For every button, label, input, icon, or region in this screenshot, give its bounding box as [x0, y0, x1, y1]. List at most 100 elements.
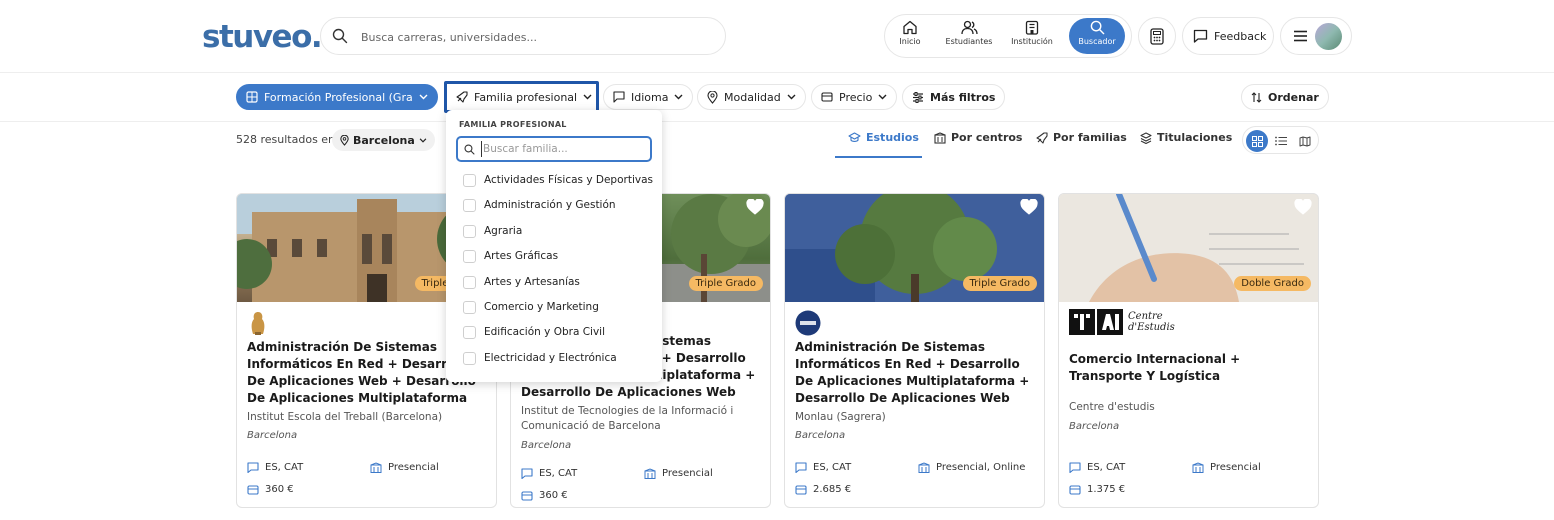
search-icon	[332, 28, 348, 44]
filter-precio-label: Precio	[839, 90, 873, 104]
checkbox[interactable]	[463, 224, 476, 238]
card-modality: Presencial	[370, 462, 439, 473]
building-icon	[934, 131, 946, 144]
card-price: 360 €	[247, 484, 294, 495]
checkbox[interactable]	[463, 275, 476, 289]
familia-option[interactable]: Agraria	[463, 223, 522, 239]
chevron-down-icon	[419, 137, 427, 143]
familia-option[interactable]: Artes Gráficas	[463, 248, 558, 264]
stuveo-logo[interactable]: stuveo.	[202, 20, 323, 54]
card-school: Monlau (Sagrera)	[795, 411, 886, 423]
filter-formacion[interactable]: Formación Profesional (Gra...	[236, 84, 438, 110]
building-icon	[1192, 462, 1204, 473]
dropdown-heading: FAMILIA PROFESIONAL	[459, 120, 567, 129]
favorite-button[interactable]	[1020, 198, 1038, 219]
sort-icon	[1251, 91, 1262, 103]
global-search[interactable]	[320, 17, 726, 55]
card-price: 1.375 €	[1069, 484, 1125, 495]
chevron-down-icon	[787, 94, 796, 100]
card-modality-text: Presencial, Online	[936, 462, 1026, 473]
sort-button[interactable]: Ordenar	[1241, 84, 1329, 110]
tab-label: Por centros	[951, 131, 1023, 144]
wallet-icon	[521, 490, 533, 501]
filter-formacion-label: Formación Profesional (Gra...	[264, 90, 413, 104]
checkbox[interactable]	[463, 325, 476, 339]
sort-label: Ordenar	[1268, 90, 1319, 104]
familia-search[interactable]	[456, 136, 652, 162]
filter-idioma[interactable]: Idioma	[603, 84, 694, 110]
filter-modalidad[interactable]: Modalidad	[697, 84, 806, 110]
card-languages-text: ES, CAT	[265, 462, 304, 473]
building-icon	[1025, 20, 1039, 35]
card-city: Barcelona	[795, 430, 846, 441]
tab-titulaciones[interactable]: Titulaciones	[1140, 131, 1232, 144]
filter-precio[interactable]: Precio	[811, 84, 898, 110]
familia-option[interactable]: Actividades Físicas y Deportivas	[463, 172, 653, 188]
avatar[interactable]	[1315, 23, 1342, 50]
checkbox[interactable]	[463, 198, 476, 212]
card-languages-text: ES, CAT	[813, 462, 852, 473]
users-icon	[960, 20, 978, 35]
tab-por-centros[interactable]: Por centros	[934, 131, 1022, 144]
nav-inicio[interactable]: Inicio	[893, 20, 927, 54]
heart-icon	[746, 198, 764, 215]
favorite-button[interactable]	[1294, 198, 1312, 219]
building-icon	[370, 462, 382, 473]
card-title[interactable]: Administración De Sistemas Informáticos …	[795, 339, 1035, 407]
map-icon	[1299, 136, 1311, 146]
checkbox[interactable]	[463, 249, 476, 263]
global-search-input[interactable]	[361, 27, 711, 47]
feedback-button[interactable]: Feedback	[1182, 17, 1274, 55]
card-price-text: 1.375 €	[1087, 484, 1126, 495]
message-icon	[247, 462, 259, 473]
location-pin-icon	[340, 134, 349, 146]
nav-label: Estudiantes	[945, 37, 993, 46]
tab-label: Titulaciones	[1157, 131, 1233, 144]
grid-view-button[interactable]	[1246, 130, 1268, 152]
familia-option[interactable]: Electricidad y Electrónica	[463, 350, 617, 366]
user-menu-button[interactable]	[1280, 17, 1352, 55]
calculator-button[interactable]	[1138, 17, 1176, 55]
more-filters-button[interactable]: Más filtros	[902, 84, 1006, 110]
familia-search-input[interactable]	[481, 141, 646, 157]
card-price-text: 360 €	[539, 490, 568, 501]
list-view-button[interactable]	[1270, 130, 1292, 152]
card-city: Barcelona	[521, 440, 572, 451]
study-card[interactable]: Doble Grado Centre d'Estudis Comercio In…	[1058, 193, 1319, 508]
card-title[interactable]: Comercio Internacional + Transporte Y Lo…	[1069, 351, 1309, 385]
card-modality: Presencial	[1192, 462, 1261, 473]
study-card[interactable]: Triple Grado Administración De Sistemas …	[784, 193, 1045, 508]
search-icon	[464, 144, 475, 155]
card-price-text: 360 €	[265, 484, 294, 495]
tab-estudios[interactable]: Estudios	[848, 131, 919, 144]
grid-icon	[246, 91, 258, 103]
nav-estudiantes[interactable]: Estudiantes	[941, 20, 997, 54]
city-label: Barcelona	[353, 133, 415, 147]
active-tab-indicator	[835, 156, 922, 158]
nav-buscador[interactable]: Buscador	[1069, 18, 1125, 54]
familia-option-label: Electricidad y Electrónica	[484, 352, 617, 364]
familia-option[interactable]: Edificación y Obra Civil	[463, 324, 605, 340]
filter-familia-label: Familia profesional	[474, 90, 578, 104]
card-modality-text: Presencial	[388, 462, 439, 473]
filter-familia-profesional[interactable]: Familia profesional	[444, 81, 599, 113]
degree-badge: Triple Grado	[688, 276, 763, 291]
tab-por-familias[interactable]: Por familias	[1036, 131, 1127, 144]
city-selector[interactable]: Barcelona	[332, 129, 435, 151]
feedback-label: Feedback	[1214, 29, 1267, 43]
checkbox[interactable]	[463, 300, 476, 314]
map-view-button[interactable]	[1294, 130, 1316, 152]
layers-icon	[1140, 131, 1152, 144]
message-icon	[1069, 462, 1081, 473]
checkbox[interactable]	[463, 173, 476, 187]
familia-option[interactable]: Artes y Artesanías	[463, 274, 580, 290]
familia-option[interactable]: Comercio y Marketing	[463, 299, 599, 315]
checkbox[interactable]	[463, 351, 476, 365]
calculator-icon	[1150, 27, 1164, 45]
card-languages-text: ES, CAT	[1087, 462, 1126, 473]
nav-institucion[interactable]: Institución	[1005, 20, 1059, 54]
familia-option[interactable]: Administración y Gestión	[463, 197, 616, 213]
card-city: Barcelona	[1069, 421, 1120, 432]
favorite-button[interactable]	[746, 198, 764, 219]
filters-divider	[0, 121, 1554, 122]
